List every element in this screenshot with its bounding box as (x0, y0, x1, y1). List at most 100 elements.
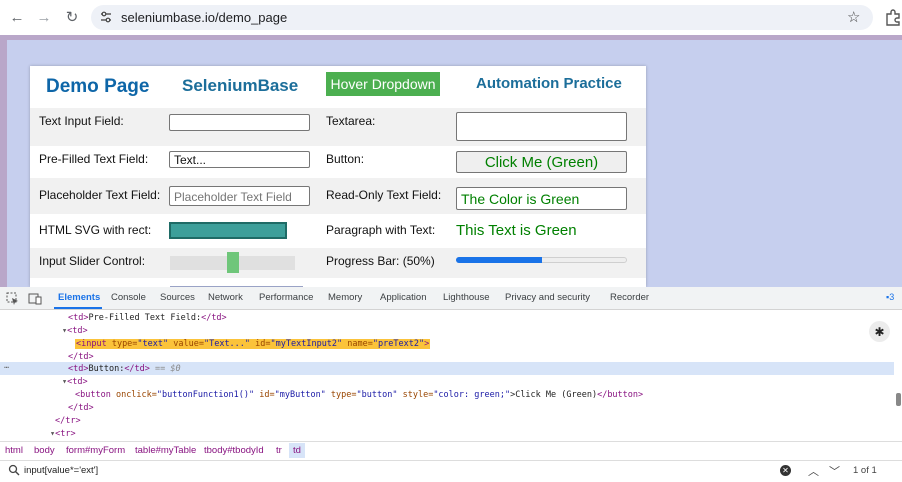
dom-val: "buttonFunction1()" (156, 390, 255, 400)
previous-match-icon[interactable]: ︿ (808, 463, 819, 479)
next-match-icon[interactable]: ﹀ (829, 463, 840, 479)
device-toolbar-icon[interactable] (28, 292, 42, 305)
dom-attr: name= (342, 339, 373, 349)
dom-tag: </tr> (55, 416, 81, 426)
dom-line-highlighted[interactable]: <input type="text" value="Text..." id="m… (75, 339, 431, 349)
dom-tag: > (424, 339, 430, 349)
paragraph-text: This Text is Green (456, 222, 577, 239)
dom-line[interactable]: ▾<td> (62, 326, 88, 336)
text-input-label: Text Input Field: (39, 114, 124, 128)
bookmark-star-icon[interactable]: ☆ (847, 8, 860, 26)
dom-tag: <td> (67, 377, 88, 387)
placeholder-label: Placeholder Text Field: (39, 188, 161, 202)
breadcrumb-item[interactable]: body (34, 445, 55, 456)
progress-bar-fill (456, 257, 542, 263)
dom-line[interactable]: </td> (68, 352, 94, 362)
dom-line[interactable]: </td> (68, 403, 94, 413)
dom-val: "myTextInput2" (270, 339, 343, 349)
dom-text: >Click Me (Green) (510, 390, 598, 400)
dom-tag: <td> (67, 326, 88, 336)
tab-memory[interactable]: Memory (328, 292, 362, 303)
dom-line[interactable]: <td>Pre-Filled Text Field:</td> (68, 313, 227, 323)
page-left-border (0, 35, 7, 287)
dom-tag: </td> (68, 403, 94, 413)
search-input[interactable]: input[value*='ext'] (24, 465, 98, 476)
accessibility-icon[interactable]: ✱ (869, 321, 890, 342)
page-top-border (0, 35, 902, 40)
breadcrumb-item[interactable]: table#myTable (135, 445, 196, 456)
dom-text: Button: (88, 364, 125, 374)
dom-val: "preText2" (372, 339, 425, 349)
seleniumbase-link[interactable]: SeleniumBase (182, 76, 298, 96)
svg-rect (169, 222, 287, 239)
search-icon (8, 464, 20, 476)
extensions-puzzle-icon[interactable] (884, 8, 902, 26)
dom-val: "color: green;" (433, 390, 511, 400)
dom-tag: </td> (124, 364, 150, 374)
prefilled-text-field[interactable]: Text... (169, 151, 310, 168)
textarea-label: Textarea: (326, 114, 376, 128)
issues-badge[interactable]: ▪3 (886, 292, 894, 302)
dom-line[interactable]: ▾<td> (62, 377, 88, 387)
dom-selected-marker: == $0 (149, 364, 181, 374)
search-match-count: 1 of 1 (853, 465, 877, 476)
click-me-green-button[interactable]: Click Me (Green) (456, 151, 627, 173)
dom-line[interactable]: <button onclick="buttonFunction1()" id="… (75, 390, 643, 400)
breadcrumb-item[interactable]: tbody#tbodyId (204, 445, 264, 456)
breadcrumb-item-active[interactable]: td (289, 443, 305, 458)
tab-network[interactable]: Network (208, 292, 243, 303)
placeholder-text-field[interactable]: Placeholder Text Field (169, 186, 310, 206)
dom-tag: <input (76, 339, 112, 349)
breadcrumb-item[interactable]: tr (276, 445, 282, 456)
tab-privacy-security[interactable]: Privacy and security (505, 292, 590, 303)
clear-search-icon[interactable]: ✕ (780, 465, 791, 476)
progress-label: Progress Bar: (50%) (326, 254, 435, 268)
breadcrumb-item[interactable]: form#myForm (66, 445, 125, 456)
dom-tag: <td> (68, 364, 89, 374)
dom-val: "text" (137, 339, 169, 349)
hover-dropdown-button[interactable]: Hover Dropdown (326, 72, 440, 96)
dom-tag: <tr> (55, 429, 76, 439)
tab-recorder[interactable]: Recorder (610, 292, 649, 303)
active-tab-indicator (54, 307, 102, 309)
devtools-search-bar (0, 460, 902, 482)
issues-count: 3 (889, 292, 895, 302)
dom-tag: </button> (597, 390, 644, 400)
breadcrumb-item[interactable]: html (5, 445, 23, 456)
dom-attr: onclick= (115, 390, 157, 400)
scrollbar-thumb[interactable] (896, 393, 901, 406)
dom-attr: id= (250, 339, 271, 349)
slider-thumb[interactable] (227, 252, 239, 273)
dom-line[interactable]: </tr> (55, 416, 81, 426)
dom-attr: style= (397, 390, 434, 400)
dom-tag: </td> (68, 352, 94, 362)
site-settings-icon[interactable] (99, 10, 113, 24)
back-icon[interactable]: ← (6, 6, 28, 28)
paragraph-label: Paragraph with Text: (326, 223, 436, 237)
forward-icon[interactable]: → (33, 6, 55, 28)
tab-application[interactable]: Application (380, 292, 426, 303)
reload-icon[interactable]: ↻ (61, 6, 83, 28)
tab-sources[interactable]: Sources (160, 292, 195, 303)
dom-line-selected[interactable]: <td>Button:</td> == $0 (68, 364, 181, 374)
tab-lighthouse[interactable]: Lighthouse (443, 292, 489, 303)
slider-label: Input Slider Control: (39, 254, 146, 268)
dom-text: Pre-Filled Text Field: (88, 313, 202, 323)
more-actions-icon[interactable]: ⋯ (4, 363, 9, 373)
button-label: Button: (326, 152, 365, 166)
dom-tag: </td> (201, 313, 227, 323)
dom-attr: type= (111, 339, 138, 349)
page-title: Demo Page (46, 76, 150, 97)
dom-line[interactable]: ▾<tr> (50, 429, 76, 439)
textarea-field[interactable] (456, 112, 627, 141)
inspect-element-icon[interactable] (6, 292, 19, 305)
text-input-field[interactable] (169, 114, 310, 131)
tab-performance[interactable]: Performance (259, 292, 313, 303)
dom-tag: <td> (68, 313, 89, 323)
tab-console[interactable]: Console (111, 292, 146, 303)
tab-elements[interactable]: Elements (58, 292, 100, 303)
readonly-label: Read-Only Text Field: (326, 188, 442, 202)
readonly-text-field[interactable]: The Color is Green (456, 187, 627, 210)
svg-label: HTML SVG with rect: (39, 223, 152, 237)
dom-attr: type= (325, 390, 357, 400)
